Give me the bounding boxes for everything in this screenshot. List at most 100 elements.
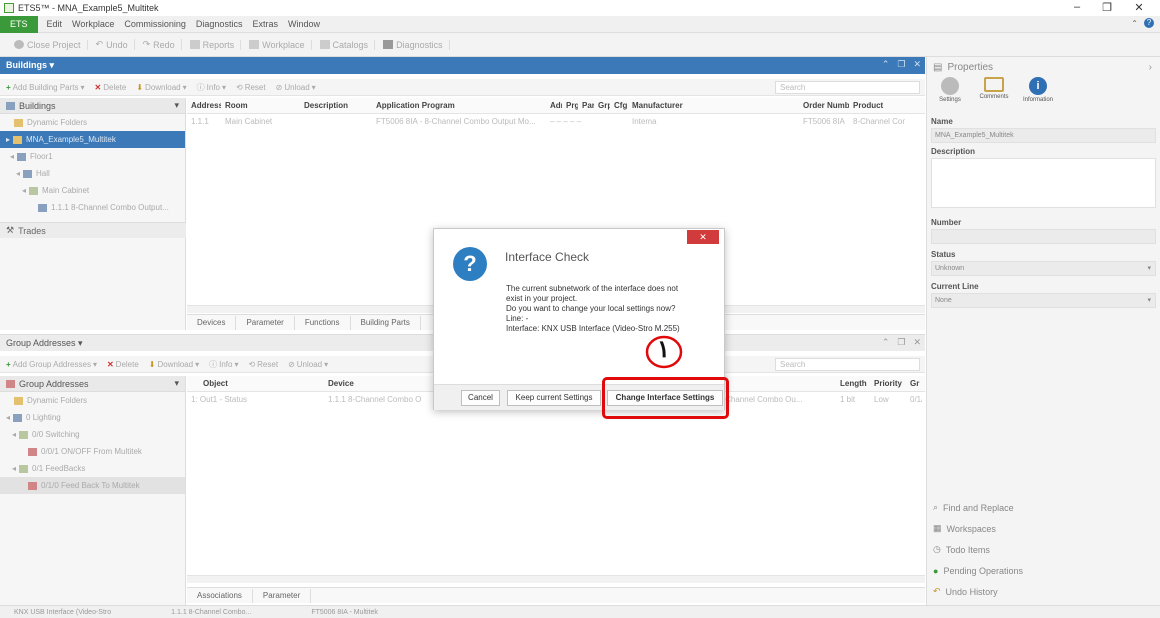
tab-functions[interactable]: Functions — [295, 316, 351, 330]
col-grp[interactable]: Grp — [594, 101, 610, 110]
current-line-select[interactable]: None ▾ — [931, 293, 1156, 308]
tab-associations[interactable]: Associations — [187, 589, 253, 603]
pending-operations-link[interactable]: ● Pending Operations — [927, 560, 1160, 581]
dropdown-arrow-icon[interactable]: ▾ — [174, 100, 179, 111]
add-group-addresses-button[interactable]: + Add Group Addresses ▾ — [6, 360, 97, 369]
tab-devices[interactable]: Devices — [187, 316, 237, 330]
panel-restore-icon[interactable]: ❐ — [897, 59, 905, 70]
menu-window[interactable]: Window — [283, 19, 325, 29]
download-button[interactable]: ⬇ Download ▾ — [136, 83, 186, 92]
dialog-close-button[interactable]: ✕ — [687, 230, 719, 244]
reset-button[interactable]: ⟲ Reset — [236, 83, 266, 92]
col-gr[interactable]: Gr — [906, 379, 922, 388]
tab-comments[interactable]: Comments — [977, 77, 1011, 100]
find-and-replace-link[interactable]: ⌕ Find and Replace — [927, 497, 1160, 518]
col-cfg[interactable]: Cfg — [610, 101, 628, 110]
ga-delete-button[interactable]: ✕ Delete — [107, 360, 139, 369]
tree-item-device[interactable]: 1.1.1 8-Channel Combo Output... — [0, 199, 185, 216]
maximize-button[interactable]: ❐ — [1098, 1, 1116, 14]
ga-tree-dynamic-folders[interactable]: Dynamic Folders — [0, 392, 185, 409]
col-address[interactable]: Address — [187, 101, 221, 110]
undo-history-link[interactable]: ↶ Undo History — [927, 581, 1160, 602]
col-prg[interactable]: Prg — [562, 101, 578, 110]
name-field[interactable]: MNA_Example5_Multitek — [931, 128, 1156, 143]
ga-tree-onoff[interactable]: 0/0/1 ON/OFF From Multitek — [0, 443, 185, 460]
ga-horizontal-scrollbar[interactable] — [187, 575, 925, 583]
panel-collapse-icon[interactable]: ⌃ — [882, 59, 890, 70]
ga-tree-feedbacks[interactable]: ◂ 0/1 FeedBacks — [0, 460, 185, 477]
ga-tree-lighting[interactable]: ◂ 0 Lighting — [0, 409, 185, 426]
undo-button[interactable]: ↶ Undo — [90, 39, 135, 50]
tab-building-parts[interactable]: Building Parts — [351, 316, 421, 330]
ga-close-icon[interactable]: ✕ — [913, 337, 921, 348]
ga-reset-button[interactable]: ⟲ Reset — [248, 360, 278, 369]
cancel-button[interactable]: Cancel — [461, 390, 500, 406]
menu-commissioning[interactable]: Commissioning — [119, 19, 191, 29]
unload-button[interactable]: ⊘ Unload ▾ — [276, 83, 316, 92]
table-row[interactable]: 1.1.1 Main Cabinet FT5006 8IA - 8-Channe… — [187, 114, 925, 128]
redo-button[interactable]: ↷ Redo — [137, 39, 182, 50]
tab-settings[interactable]: Settings — [933, 77, 967, 103]
col-description[interactable]: Description — [300, 101, 372, 110]
add-building-parts-button[interactable]: + Add Building Parts ▾ — [6, 83, 85, 92]
todo-items-link[interactable]: ◷ Todo Items — [927, 539, 1160, 560]
col-room[interactable]: Room — [221, 101, 300, 110]
chevron-right-icon[interactable]: › — [1149, 62, 1152, 73]
number-field[interactable] — [931, 229, 1156, 244]
menu-extras[interactable]: Extras — [247, 19, 283, 29]
col-length[interactable]: Length — [836, 379, 870, 388]
collapse-ribbon-icon[interactable]: ⌃ — [1131, 19, 1138, 28]
tab-information[interactable]: i Information — [1021, 77, 1055, 103]
status-select[interactable]: Unknown ▾ — [931, 261, 1156, 276]
panel-close-icon[interactable]: ✕ — [913, 59, 921, 70]
ga-info-button[interactable]: ⓘ Info ▾ — [209, 359, 238, 370]
col-product[interactable]: Product — [849, 101, 905, 110]
keep-current-settings-button[interactable]: Keep current Settings — [507, 390, 601, 406]
close-window-button[interactable]: ✕ — [1130, 1, 1148, 14]
tree-item-project[interactable]: ▸ MNA_Example5_Multitek — [0, 131, 185, 148]
delete-button[interactable]: ✕ Delete — [95, 83, 127, 92]
ga-download-button[interactable]: ⬇ Download ▾ — [149, 360, 199, 369]
catalogs-button[interactable]: Catalogs — [314, 39, 376, 50]
trades-section[interactable]: ⚒ Trades — [0, 222, 186, 238]
col-application-program[interactable]: Application Program — [372, 101, 546, 110]
description-field[interactable] — [931, 158, 1156, 208]
col-object[interactable]: Object — [187, 379, 324, 388]
help-icon[interactable]: ? — [1144, 18, 1154, 28]
menu-workplace[interactable]: Workplace — [67, 19, 119, 29]
col-par[interactable]: Par — [578, 101, 594, 110]
minimize-button[interactable]: – — [1068, 1, 1086, 13]
buildings-search-input[interactable]: Search — [775, 81, 920, 94]
group-addresses-title[interactable]: Group Addresses ▾ — [6, 338, 83, 349]
tree-item-hall[interactable]: ◂ Hall — [0, 165, 185, 182]
ga-search-input[interactable]: Search — [775, 358, 920, 371]
buildings-title[interactable]: Buildings ▾ — [6, 60, 54, 71]
col-priority[interactable]: Priority — [870, 379, 906, 388]
workplace-button[interactable]: Workplace — [243, 39, 312, 50]
tab-parameter[interactable]: Parameter — [236, 316, 295, 330]
col-order-number[interactable]: Order Number — [799, 101, 849, 110]
tree-item-floor[interactable]: ◂ Floor1 — [0, 148, 185, 165]
close-project-button[interactable]: Close Project — [8, 39, 88, 50]
col-adr[interactable]: Adr — [546, 101, 562, 110]
menu-ets[interactable]: ETS — [0, 15, 38, 33]
dropdown-arrow-icon[interactable]: ▾ — [174, 378, 179, 389]
info-button[interactable]: ⓘ Info ▾ — [197, 82, 226, 93]
ga-tree-header[interactable]: Group Addresses ▾ — [0, 376, 185, 392]
tab-ga-parameter[interactable]: Parameter — [253, 589, 312, 603]
diagnostics-button[interactable]: Diagnostics — [377, 39, 450, 50]
ga-tree-feedback-item[interactable]: 0/1/0 Feed Back To Multitek — [0, 477, 185, 494]
buildings-tree-header[interactable]: Buildings ▾ — [0, 98, 185, 114]
tree-item-dynamic-folders[interactable]: Dynamic Folders — [0, 114, 185, 131]
ga-collapse-icon[interactable]: ⌃ — [882, 337, 890, 348]
menu-edit[interactable]: Edit — [42, 19, 68, 29]
menu-diagnostics[interactable]: Diagnostics — [191, 19, 248, 29]
workspaces-link[interactable]: ▦ Workspaces — [927, 518, 1160, 539]
ga-unload-button[interactable]: ⊘ Unload ▾ — [288, 360, 328, 369]
ga-restore-icon[interactable]: ❐ — [897, 337, 905, 348]
ga-tree-switching[interactable]: ◂ 0/0 Switching — [0, 426, 185, 443]
reports-button[interactable]: Reports — [184, 39, 242, 50]
tree-item-main-cabinet[interactable]: ◂ Main Cabinet — [0, 182, 185, 199]
status-interface[interactable]: KNX USB Interface (Video-Stro — [14, 609, 111, 616]
col-manufacturer[interactable]: Manufacturer — [628, 101, 799, 110]
